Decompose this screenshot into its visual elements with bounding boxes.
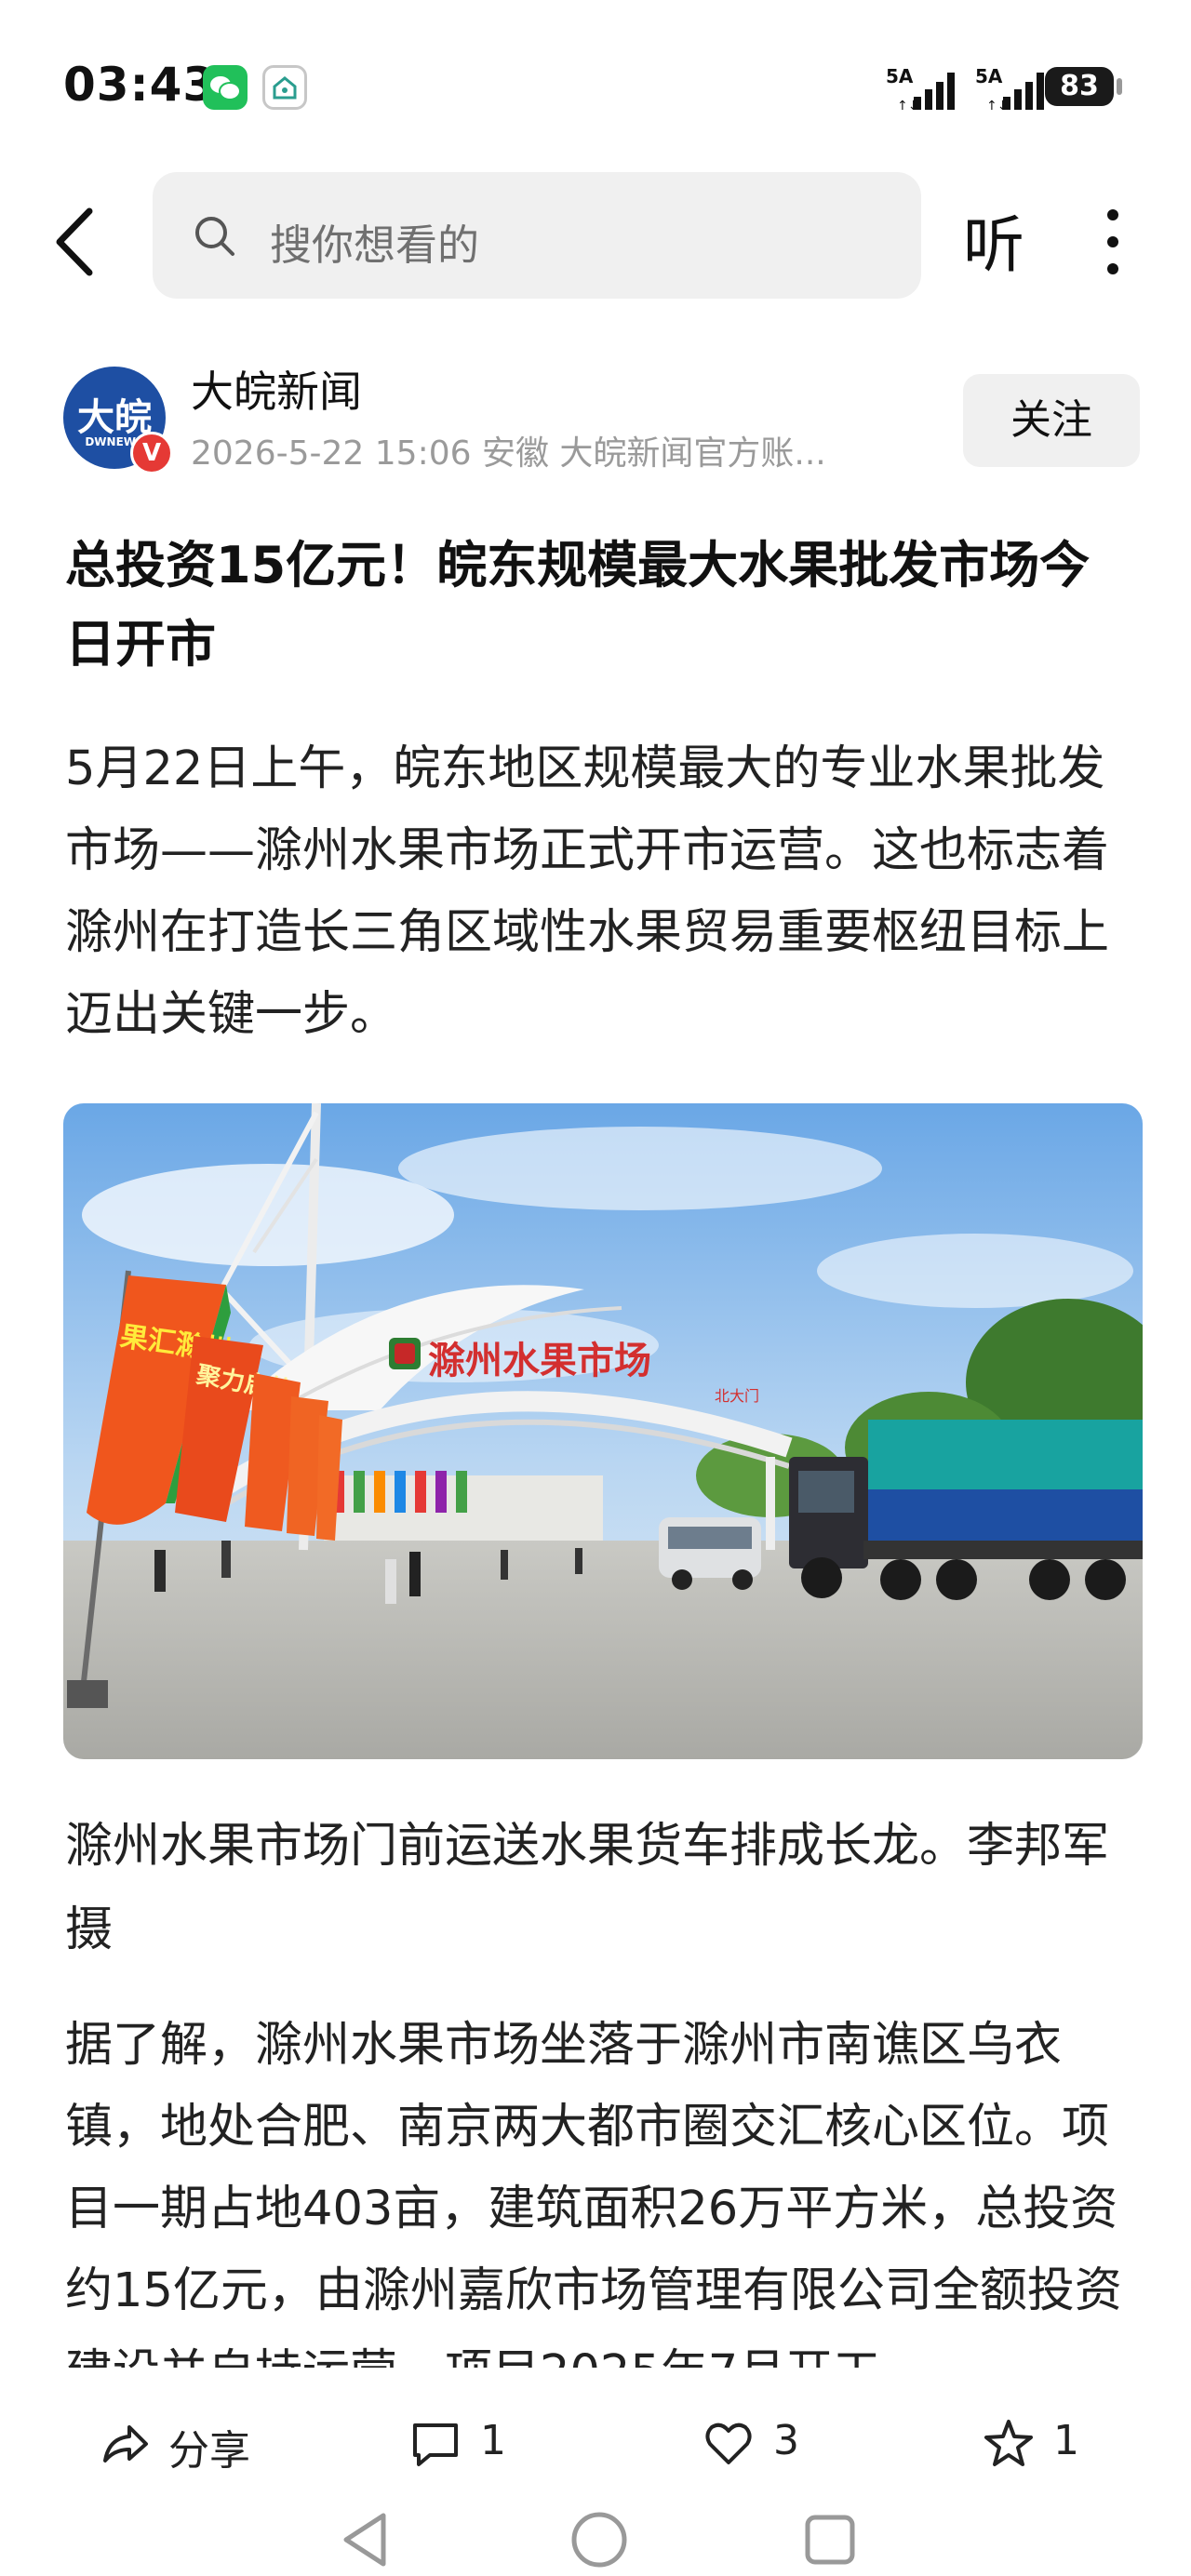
svg-text:↑↓: ↑↓ <box>897 99 918 112</box>
search-bar[interactable]: 搜你想看的 <box>153 172 921 299</box>
heart-icon <box>705 2423 752 2464</box>
author-name[interactable]: 大皖新闻 <box>191 358 362 420</box>
status-time: 03:43 <box>63 58 217 112</box>
smart-home-notification-icon <box>262 65 307 110</box>
back-button[interactable] <box>47 200 112 284</box>
signal-sim2-icon: 5A ↑↓ <box>975 65 1050 112</box>
status-bar: 03:43 5A ↑↓ 5A ↑↓ 83 <box>0 0 1191 158</box>
top-nav-bar: 搜你想看的 听 <box>0 158 1191 326</box>
article-photo[interactable]: 滁州水果市场 北大门 果汇滁州 聚力启航 <box>63 1103 1143 1759</box>
battery-indicator: 83 <box>1045 67 1114 106</box>
search-placeholder: 搜你想看的 <box>270 220 480 270</box>
nav-home-icon[interactable] <box>569 2510 629 2569</box>
like-count: 3 <box>773 2417 799 2464</box>
listen-button[interactable]: 听 <box>963 195 1024 285</box>
article-paragraph-2: 据了解，滁州水果市场坐落于滁州市南谯区乌衣镇，地处合肥、南京两大都市圈交汇核心区… <box>65 2018 1122 2368</box>
signal-sim1-icon: 5A ↑↓ <box>886 65 960 112</box>
battery-cap <box>1117 78 1122 95</box>
more-vertical-icon <box>1107 209 1118 274</box>
system-nav-bar <box>0 2503 1191 2576</box>
search-icon <box>195 217 234 256</box>
verified-badge-icon: V <box>130 432 173 474</box>
share-label: 分享 <box>168 2427 250 2475</box>
wechat-notification-icon <box>203 65 248 110</box>
author-row: 大皖 DWNEWS V 大皖新闻 2026-5-22 15:06 安徽 大皖新闻… <box>0 354 1191 484</box>
favorite-count: 1 <box>1053 2417 1079 2464</box>
back-arrow-icon <box>56 207 93 276</box>
gate-subsign-text: 北大门 <box>715 1387 759 1405</box>
like-button[interactable]: 3 <box>703 2412 814 2477</box>
star-icon <box>984 2420 1033 2466</box>
favorite-button[interactable]: 1 <box>983 2412 1094 2477</box>
share-button[interactable]: 分享 <box>98 2412 256 2477</box>
bottom-action-bar: 分享 1 3 1 <box>0 2386 1191 2503</box>
nav-recents-icon[interactable] <box>802 2512 858 2568</box>
photo-caption: 滁州水果市场门前运送水果货车排成长龙。李邦军 摄 <box>65 1819 1110 1957</box>
comment-icon <box>413 2423 458 2466</box>
comment-count: 1 <box>480 2417 506 2464</box>
article-title: 总投资15亿元！皖东规模最大水果批发市场今日开市 <box>65 536 1091 674</box>
article-paragraph-1: 5月22日上午，皖东地区规模最大的专业水果批发市场——滁州水果市场正式开市运营。… <box>65 741 1110 1042</box>
comment-button[interactable]: 1 <box>409 2412 521 2477</box>
fruit-market-gate-image: 滁州水果市场 北大门 果汇滁州 聚力启航 <box>63 1103 1143 1759</box>
share-icon <box>103 2425 148 2463</box>
follow-button[interactable]: 关注 <box>963 374 1140 467</box>
gate-sign-text: 滁州水果市场 <box>428 1340 651 1382</box>
more-options-button[interactable] <box>1094 200 1131 284</box>
svg-text:↑↓: ↑↓ <box>986 99 1008 112</box>
nav-back-icon[interactable] <box>337 2510 393 2569</box>
author-meta: 2026-5-22 15:06 安徽 大皖新闻官方账... <box>191 434 826 473</box>
